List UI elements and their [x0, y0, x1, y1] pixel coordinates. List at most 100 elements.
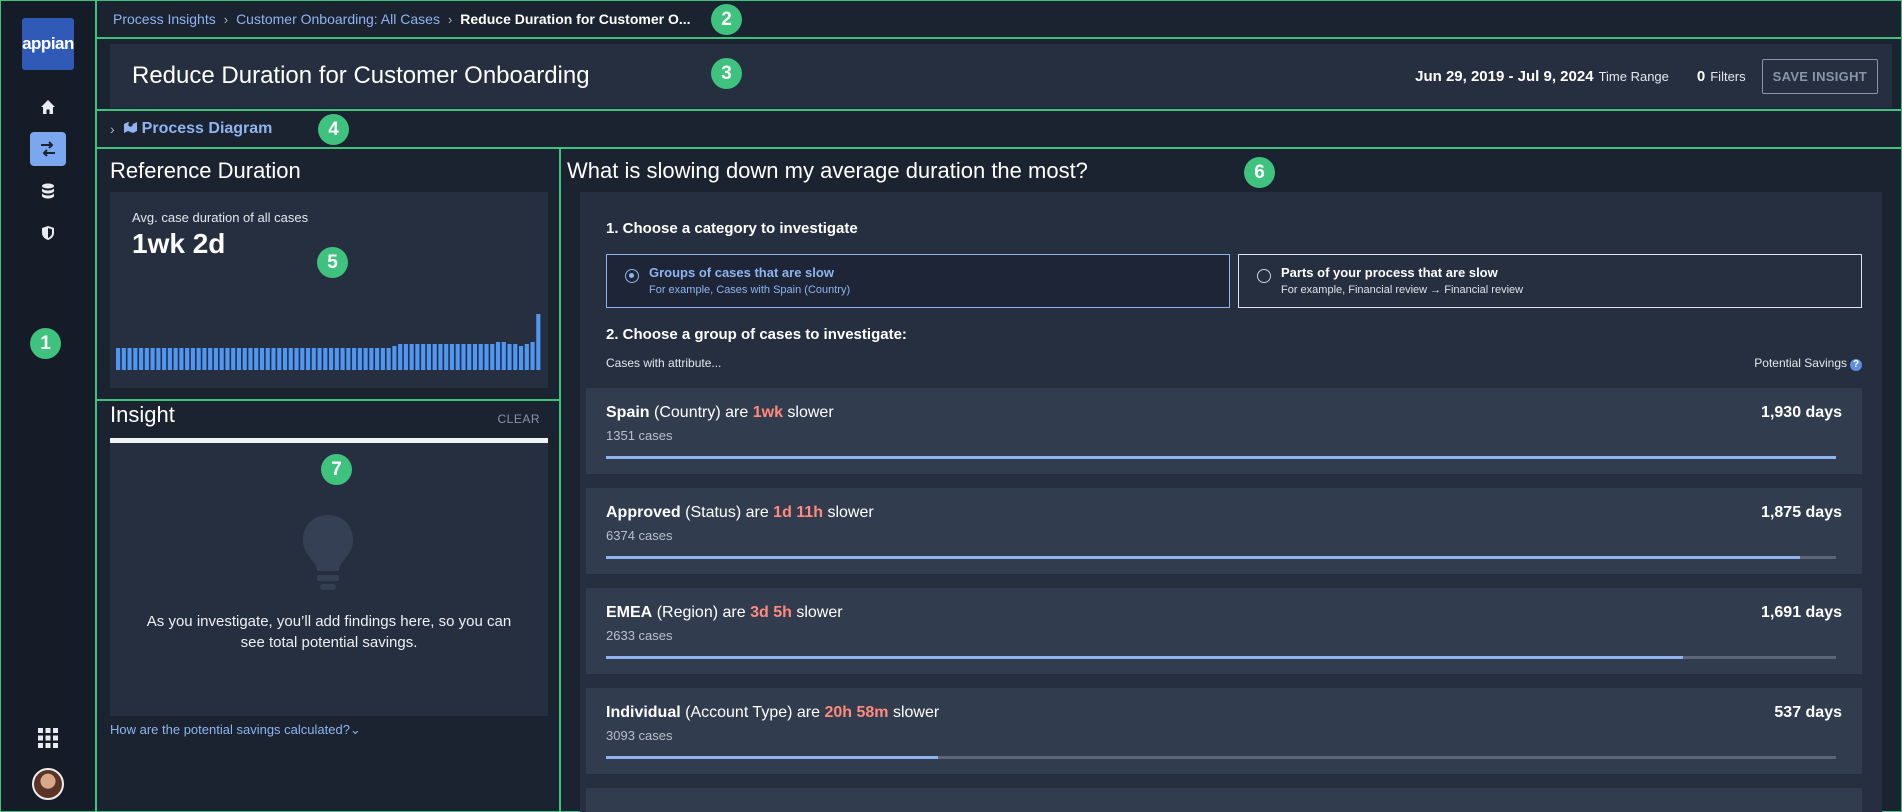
reference-duration-title: Reference Duration — [110, 158, 301, 183]
histogram-bar — [375, 348, 380, 370]
breadcrumb: Process Insights › Customer Onboarding: … — [95, 0, 1902, 39]
grid-icon[interactable] — [37, 727, 59, 754]
histogram-bar — [467, 344, 472, 370]
slower-by: 1wk — [752, 404, 783, 421]
histogram-bar — [277, 348, 282, 370]
histogram-bar — [208, 348, 213, 370]
histogram-bar — [380, 348, 385, 370]
map-icon — [123, 120, 138, 139]
home-icon[interactable] — [30, 90, 66, 124]
histogram-bar — [518, 346, 524, 370]
histogram-bar — [369, 348, 374, 370]
avg-duration-label: Avg. case duration of all cases — [132, 210, 309, 225]
histogram-bar — [363, 348, 368, 370]
case-group-row[interactable] — [586, 788, 1862, 812]
histogram-bar — [478, 344, 483, 370]
chevron-right-icon: › — [110, 121, 115, 137]
histogram-bar — [524, 344, 529, 370]
histogram-bar — [311, 348, 316, 370]
slower-suffix: slower — [892, 704, 940, 721]
histogram-bar — [329, 348, 334, 370]
histogram-bar — [271, 348, 276, 370]
case-count: 6374 cases — [606, 528, 673, 543]
histogram-bar — [248, 348, 253, 370]
histogram-bar — [121, 348, 126, 370]
histogram-bar — [449, 344, 455, 370]
savings-bar — [606, 556, 1836, 559]
histogram-bar — [398, 344, 403, 370]
insight-empty-text: As you investigate, you’ll add findings … — [146, 613, 512, 651]
slower-by: 20h 58m — [824, 704, 889, 721]
database-icon[interactable] — [30, 174, 66, 208]
appian-logo[interactable]: appian — [22, 18, 74, 70]
histogram-bar — [507, 344, 512, 370]
histogram-bar — [334, 348, 339, 370]
savings-bar-fill — [606, 756, 939, 759]
option-parts-of-process[interactable]: Parts of your process that are slow For … — [1238, 254, 1862, 308]
filters-count[interactable]: 0 — [1697, 68, 1705, 85]
histogram-bar — [196, 348, 201, 370]
histogram-bar — [162, 348, 167, 370]
radio-selected-icon[interactable] — [625, 269, 639, 283]
histogram-bar — [259, 348, 265, 370]
case-group-heading: Approved (Status) are 1d 11h slower — [606, 504, 874, 522]
lightbulb-icon — [300, 513, 356, 598]
save-insight-button[interactable]: SAVE INSIGHT — [1761, 58, 1878, 94]
histogram-bar — [254, 348, 259, 370]
savings-bar — [606, 756, 1836, 759]
case-attribute-name: (Status) are — [685, 504, 769, 521]
potential-savings-label: Potential Savings — [1754, 356, 1847, 370]
histogram-bar — [536, 314, 541, 370]
slower-suffix: slower — [796, 604, 843, 621]
savings-bar — [606, 656, 1836, 659]
histogram-bar — [236, 348, 242, 370]
help-icon[interactable]: ? — [1850, 359, 1862, 371]
process-icon[interactable] — [30, 132, 66, 166]
reference-duration-card: Avg. case duration of all cases 1wk 2d — [110, 192, 548, 388]
annotation-marker-5: 5 — [317, 247, 348, 278]
case-attribute-name: (Account Type) are — [685, 704, 821, 721]
case-attribute-name: (Region) are — [656, 604, 746, 621]
slower-by: 1d 11h — [773, 504, 823, 521]
option-groups-of-cases[interactable]: Groups of cases that are slow For exampl… — [606, 254, 1230, 308]
histogram-bar — [346, 348, 351, 370]
histogram-bar — [156, 348, 161, 370]
histogram-bar — [432, 344, 437, 370]
histogram-bar — [490, 344, 495, 370]
breadcrumb-customer-onboarding[interactable]: Customer Onboarding: All Cases — [236, 11, 440, 27]
savings-bar — [606, 456, 1836, 459]
case-group-row[interactable]: Spain (Country) are 1wk slower 1351 case… — [586, 388, 1862, 474]
case-group-heading: Spain (Country) are 1wk slower — [606, 404, 834, 422]
histogram-bar — [323, 348, 328, 370]
histogram-bar — [179, 348, 184, 370]
radio-unselected-icon[interactable] — [1257, 269, 1271, 283]
header-card: Reduce Duration for Customer Onboarding … — [110, 44, 1892, 108]
process-diagram-toggle[interactable]: › Process Diagram — [95, 109, 1902, 149]
case-group-row[interactable]: Approved (Status) are 1d 11h slower 6374… — [586, 488, 1862, 574]
case-group-row[interactable]: EMEA (Region) are 3d 5h slower 2633 case… — [586, 588, 1862, 674]
header-controls: Jun 29, 2019 - Jul 9, 2024 Time Range 0 … — [1415, 58, 1892, 94]
step-2-label: 2. Choose a group of cases to investigat… — [606, 326, 907, 343]
histogram-bar — [513, 344, 518, 370]
process-diagram-label[interactable]: Process Diagram — [142, 120, 273, 138]
histogram-bar — [213, 348, 218, 370]
potential-savings-value: 1,875 days — [1761, 504, 1842, 521]
breadcrumb-process-insights[interactable]: Process Insights — [113, 11, 216, 27]
histogram-bar — [144, 348, 149, 370]
savings-bar-fill — [606, 556, 1801, 559]
clear-button[interactable]: CLEAR — [497, 412, 540, 426]
histogram-bar — [305, 348, 311, 370]
case-attribute-value: EMEA — [606, 604, 653, 621]
case-attribute-value: Approved — [606, 504, 681, 521]
histogram-bar — [530, 342, 535, 370]
shield-icon[interactable] — [30, 216, 66, 250]
histogram-bar — [219, 348, 224, 370]
case-group-row[interactable]: Individual (Account Type) are 20h 58m sl… — [586, 688, 1862, 774]
histogram-bar — [386, 348, 391, 370]
savings-help-link[interactable]: How are the potential savings calculated… — [110, 722, 361, 738]
date-range[interactable]: Jun 29, 2019 - Jul 9, 2024 — [1415, 68, 1593, 85]
cases-column-header: Cases with attribute... — [606, 356, 722, 370]
case-count: 2633 cases — [606, 628, 673, 643]
avatar[interactable] — [32, 768, 64, 800]
case-attribute-value: Individual — [606, 704, 681, 721]
